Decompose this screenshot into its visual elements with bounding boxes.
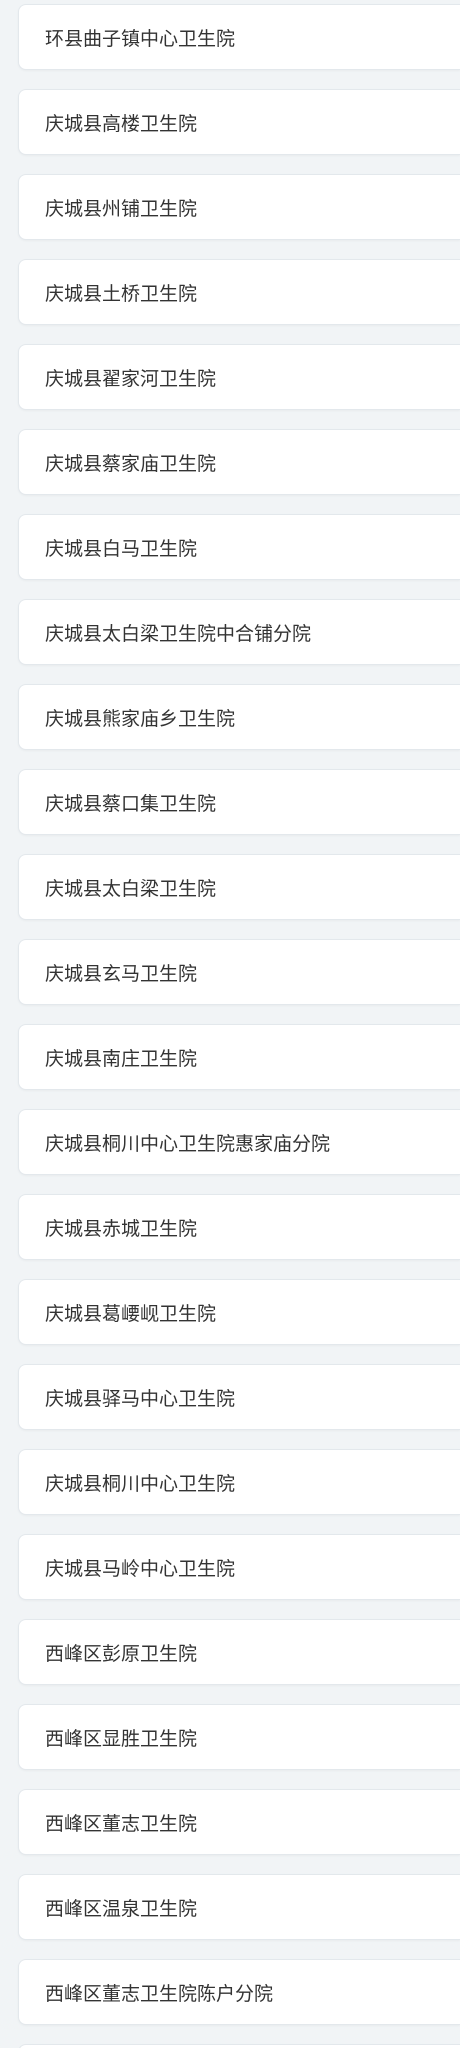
list-item[interactable]: 庆城县太白梁卫生院中合铺分院: [18, 599, 460, 665]
list-item-label: 庆城县高楼卫生院: [45, 112, 198, 135]
list-item[interactable]: 庆城县玄马卫生院: [18, 939, 460, 1005]
list-item-label: 庆城县蔡家庙卫生院: [45, 452, 217, 475]
list-item[interactable]: 庆城县土桥卫生院: [18, 259, 460, 325]
list-item[interactable]: 庆城县葛崾岘卫生院: [18, 1279, 460, 1345]
list-item[interactable]: 西峰区董志卫生院陈户分院: [18, 1959, 460, 2025]
list-item-label: 庆城县白马卫生院: [45, 537, 198, 560]
list-item[interactable]: 西峰区董志卫生院: [18, 1789, 460, 1855]
list-item[interactable]: 庆城县蔡口集卫生院: [18, 769, 460, 835]
list-item[interactable]: 庆城县赤城卫生院: [18, 1194, 460, 1260]
list-item[interactable]: 庆城县熊家庙乡卫生院: [18, 684, 460, 750]
list-item[interactable]: 庆城县桐川中心卫生院惠家庙分院: [18, 1109, 460, 1175]
list-item-label: 庆城县土桥卫生院: [45, 282, 198, 305]
list-item-label: 环县曲子镇中心卫生院: [45, 27, 236, 50]
list-item-label: 西峰区彭原卫生院: [45, 1642, 198, 1665]
list-item-label: 庆城县马岭中心卫生院: [45, 1557, 236, 1580]
list-item-label: 庆城县驿马中心卫生院: [45, 1387, 236, 1410]
list-item[interactable]: 庆城县高楼卫生院: [18, 89, 460, 155]
hospital-list: 环县曲子镇中心卫生院 庆城县高楼卫生院 庆城县州铺卫生院 庆城县土桥卫生院 庆城…: [0, 0, 460, 2048]
list-item[interactable]: 环县曲子镇中心卫生院: [18, 4, 460, 70]
list-item-label: 西峰区董志卫生院陈户分院: [45, 1982, 274, 2005]
list-item-label: 庆城县蔡口集卫生院: [45, 792, 217, 815]
list-item-label: 庆城县桐川中心卫生院: [45, 1472, 236, 1495]
list-item[interactable]: 庆城县州铺卫生院: [18, 174, 460, 240]
list-item-label: 庆城县翟家河卫生院: [45, 367, 217, 390]
list-item[interactable]: 庆城县蔡家庙卫生院: [18, 429, 460, 495]
list-item[interactable]: 西峰区显胜卫生院: [18, 1704, 460, 1770]
list-item-label: 庆城县南庄卫生院: [45, 1047, 198, 1070]
list-item-label: 庆城县太白梁卫生院: [45, 877, 217, 900]
list-item[interactable]: 庆城县桐川中心卫生院: [18, 1449, 460, 1515]
list-item[interactable]: 庆城县翟家河卫生院: [18, 344, 460, 410]
list-item-label: 庆城县赤城卫生院: [45, 1217, 198, 1240]
list-item-label: 庆城县熊家庙乡卫生院: [45, 707, 236, 730]
list-item-label: 西峰区温泉卫生院: [45, 1897, 198, 1920]
list-item-label: 西峰区董志卫生院: [45, 1812, 198, 1835]
list-item-label: 庆城县玄马卫生院: [45, 962, 198, 985]
list-item[interactable]: [18, 2044, 460, 2048]
list-item[interactable]: 庆城县南庄卫生院: [18, 1024, 460, 1090]
list-item[interactable]: 庆城县马岭中心卫生院: [18, 1534, 460, 1600]
list-item[interactable]: 西峰区温泉卫生院: [18, 1874, 460, 1940]
list-item[interactable]: 西峰区彭原卫生院: [18, 1619, 460, 1685]
list-item-label: 庆城县桐川中心卫生院惠家庙分院: [45, 1132, 331, 1155]
list-item[interactable]: 庆城县太白梁卫生院: [18, 854, 460, 920]
list-item-label: 庆城县葛崾岘卫生院: [45, 1302, 217, 1325]
list-item[interactable]: 庆城县驿马中心卫生院: [18, 1364, 460, 1430]
list-item-label: 庆城县太白梁卫生院中合铺分院: [45, 622, 312, 645]
list-item-label: 庆城县州铺卫生院: [45, 197, 198, 220]
list-item-label: 西峰区显胜卫生院: [45, 1727, 198, 1750]
list-item[interactable]: 庆城县白马卫生院: [18, 514, 460, 580]
